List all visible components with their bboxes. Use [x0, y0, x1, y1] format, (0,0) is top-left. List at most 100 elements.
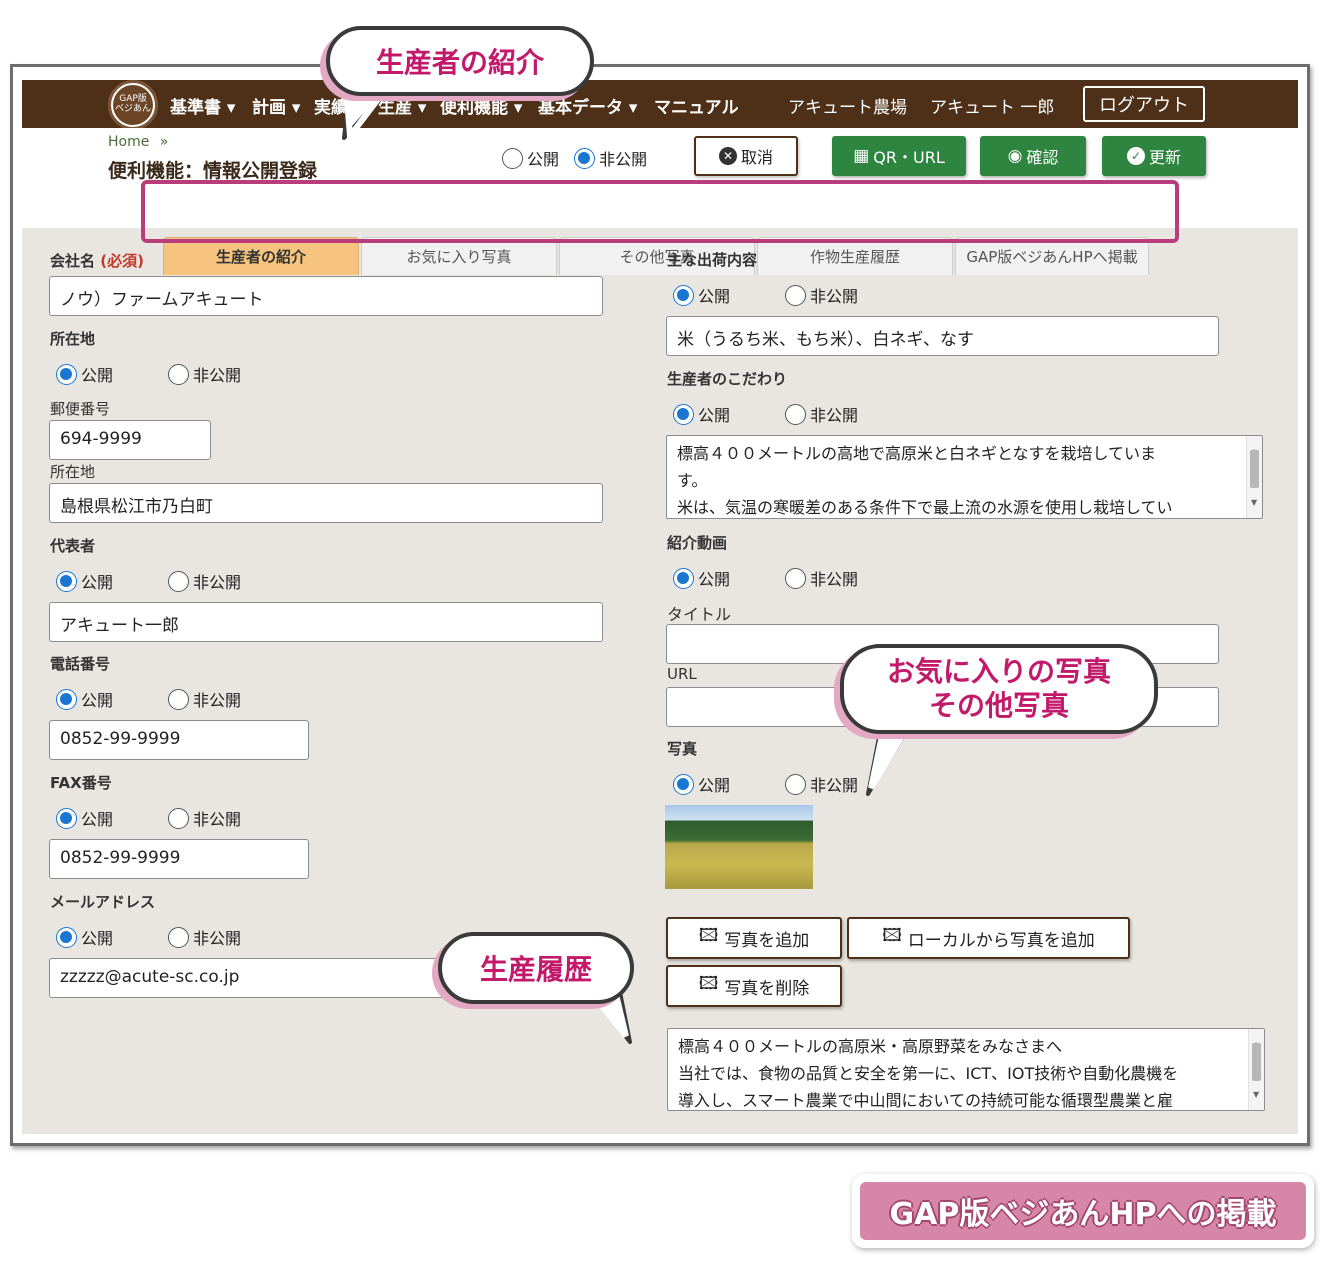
company-label: 会社名 (必須): [50, 252, 144, 270]
fax-radio-private[interactable]: [168, 807, 189, 829]
gap-hp-badge: GAP版ベジあんHPへの掲載: [852, 1174, 1314, 1248]
delete-photo-button[interactable]: 🖾 写真を削除: [666, 965, 842, 1007]
photo-caption-textarea[interactable]: 標高４００メートルの高原米・高原野菜をみなさまへ 当社では、食物の品質と安全を第…: [667, 1028, 1265, 1111]
postal-label: 郵便番号: [50, 400, 111, 418]
publish-radio-private[interactable]: [574, 147, 596, 169]
farm-name: アキュート農場: [788, 98, 907, 118]
address-section-label: 所在地: [50, 330, 96, 348]
shipping-visibility: 公開 非公開: [673, 283, 897, 307]
scroll-down-icon[interactable]: ▼: [1253, 1081, 1259, 1108]
update-button[interactable]: ✓ 更新: [1102, 136, 1206, 176]
policy-line: 米は、気温の寒暖差のある条件下で最上流の水源を使用し栽培してい: [677, 498, 1173, 517]
address-input[interactable]: 島根県松江市乃白町: [49, 483, 603, 523]
address-visibility: 公開 非公開: [56, 362, 280, 386]
mail-visibility: 公開 非公開: [56, 925, 280, 949]
postal-input[interactable]: 694-9999: [49, 420, 211, 460]
video-radio-public[interactable]: [673, 567, 694, 589]
callout-producer-intro: 生産者の紹介: [326, 26, 594, 96]
tel-input[interactable]: 0852-99-9999: [49, 720, 309, 760]
add-image-icon: 🖾: [698, 925, 719, 946]
photo-radio-private[interactable]: [785, 773, 806, 795]
logo-line2: ベジあん: [114, 104, 151, 114]
rep-label: 代表者: [50, 537, 96, 555]
logo[interactable]: GAP版 ベジあん: [108, 80, 158, 130]
breadcrumb: Home »: [108, 134, 168, 150]
policy-line: 標高４００メートルの高地で高原米と白ネギとなすを栽培していま: [677, 444, 1157, 463]
nav-item-plan[interactable]: 計画 ▾: [252, 93, 300, 118]
policy-visibility: 公開 非公開: [673, 402, 897, 426]
rep-input[interactable]: アキュート一郎: [49, 602, 603, 642]
fax-input[interactable]: 0852-99-9999: [49, 839, 309, 879]
mail-radio-private[interactable]: [168, 926, 189, 948]
tel-radio-public[interactable]: [56, 688, 77, 710]
nav-item-master-data[interactable]: 基本データ ▾: [538, 93, 637, 118]
add-local-photo-button[interactable]: 🖾 ローカルから写真を追加: [847, 917, 1130, 959]
close-circle-icon: ✕: [718, 147, 737, 165]
nav-item-standards[interactable]: 基準書 ▾: [170, 93, 235, 118]
delete-image-icon: 🖾: [698, 973, 719, 994]
nav-item-manual[interactable]: マニュアル: [654, 93, 739, 118]
shipping-radio-private[interactable]: [785, 284, 806, 306]
gap-hp-badge-label: GAP版ベジあんHPへの掲載: [860, 1182, 1306, 1240]
shipping-input[interactable]: 米（うるち米、もち米）、白ネギ、なす: [666, 316, 1219, 356]
breadcrumb-separator: »: [159, 134, 169, 150]
upload-image-icon: 🖾: [882, 925, 902, 946]
policy-radio-public[interactable]: [673, 403, 694, 425]
video-visibility: 公開 非公開: [673, 566, 897, 590]
qr-code-icon: ▦: [853, 146, 870, 166]
update-label: 更新: [1148, 148, 1181, 167]
policy-textarea[interactable]: 標高４００メートルの高地で高原米と白ネギとなすを栽培していま す。 米は、気温の…: [666, 435, 1263, 519]
user-name: アキュート 一郎: [930, 98, 1055, 118]
caption-line: 標高４００メートルの高原米・高原野菜をみなさまへ: [678, 1037, 1063, 1056]
photo-radio-public[interactable]: [673, 773, 694, 795]
video-radio-private[interactable]: [785, 567, 806, 589]
add-photo-button[interactable]: 🖾 写真を追加: [666, 917, 842, 959]
photo-label: 写真: [667, 740, 698, 758]
confirm-button[interactable]: ◉ 確認: [980, 136, 1086, 176]
page-title: 便利機能：情報公開登録: [108, 160, 318, 182]
mail-radio-public[interactable]: [56, 926, 77, 948]
fax-visibility: 公開 非公開: [56, 806, 280, 830]
video-title-label: タイトル: [667, 605, 732, 624]
policy-label: 生産者のこだわり: [667, 370, 788, 388]
qr-url-button[interactable]: ▦ QR・URL: [832, 136, 966, 176]
tel-visibility: 公開 非公開: [56, 687, 280, 711]
policy-line: す。: [677, 471, 708, 490]
rep-radio-private[interactable]: [168, 570, 189, 592]
publish-radio-public[interactable]: [502, 147, 523, 169]
scroll-down-icon[interactable]: ▼: [1251, 489, 1257, 516]
publish-private-label: 非公開: [599, 150, 648, 169]
nav-item-tools[interactable]: 便利機能 ▾: [440, 93, 522, 118]
caption-line: 導入し、スマート農業で中山間においての持続可能な循環型農業と雇: [678, 1091, 1174, 1110]
address-sub-label: 所在地: [50, 463, 96, 481]
check-circle-icon: ✓: [1126, 147, 1145, 165]
tel-radio-private[interactable]: [168, 688, 189, 710]
rep-radio-public[interactable]: [56, 570, 77, 592]
tabs-highlight: [141, 180, 1179, 243]
breadcrumb-home[interactable]: Home: [108, 134, 149, 150]
mail-label: メールアドレス: [50, 893, 156, 911]
top-nav: GAP版 ベジあん 基準書 ▾ 計画 ▾ 実績 ▾ 生産 ▾ 便利機能 ▾ 基本…: [22, 80, 1298, 130]
callout-favorite-photos: お気に入りの写真 その他写真: [840, 644, 1158, 734]
policy-radio-private[interactable]: [785, 403, 806, 425]
company-input[interactable]: ノウ）ファームアキュート: [49, 276, 603, 316]
fax-radio-public[interactable]: [56, 807, 77, 829]
qr-url-label: QR・URL: [873, 148, 945, 167]
shipping-radio-public[interactable]: [673, 284, 694, 306]
tel-label: 電話番号: [50, 655, 111, 673]
shipping-label: 主な出荷内容: [667, 251, 758, 269]
cancel-button[interactable]: ✕ 取消: [694, 136, 798, 176]
address-radio-public[interactable]: [56, 363, 77, 385]
address-radio-private[interactable]: [168, 363, 189, 385]
eye-icon: ◉: [1007, 146, 1023, 166]
confirm-label: 確認: [1026, 148, 1059, 167]
photo-thumbnail[interactable]: [665, 805, 813, 889]
publish-public-label: 公開: [527, 150, 560, 169]
video-label: 紹介動画: [667, 534, 728, 552]
logout-button[interactable]: ログアウト: [1083, 86, 1205, 122]
caption-scrollbar[interactable]: ▲ ▼: [1248, 1029, 1264, 1110]
cancel-label: 取消: [740, 148, 773, 167]
callout-history: 生産履歴: [438, 932, 634, 1004]
fax-label: FAX番号: [50, 774, 112, 792]
policy-scrollbar[interactable]: ▲ ▼: [1246, 436, 1262, 518]
